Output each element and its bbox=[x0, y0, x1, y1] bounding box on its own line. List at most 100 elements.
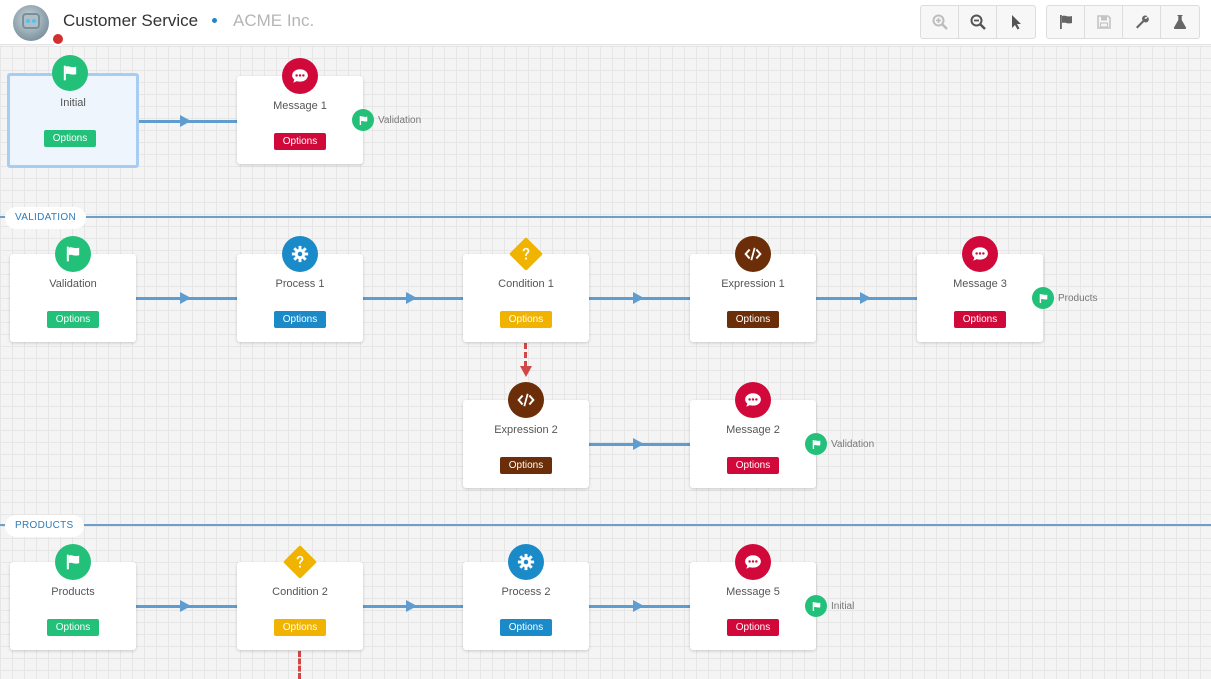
flow-arrow-icon bbox=[860, 292, 871, 304]
node-message-3[interactable]: Message 3 Options bbox=[917, 236, 1043, 342]
node-name: Message 5 bbox=[726, 586, 780, 598]
node-options-button[interactable]: Options bbox=[47, 619, 99, 636]
branch-arrow-icon bbox=[520, 366, 532, 377]
node-name: Expression 1 bbox=[721, 278, 785, 290]
zoom-out-icon bbox=[970, 14, 986, 30]
node-name: Process 2 bbox=[501, 586, 551, 598]
chat-bubble-icon bbox=[282, 58, 318, 94]
zoom-in-icon bbox=[932, 14, 948, 30]
flow-arrow-icon bbox=[633, 292, 644, 304]
gear-icon bbox=[508, 544, 544, 580]
flask-icon bbox=[1173, 15, 1187, 29]
flow-arrow-icon bbox=[406, 292, 417, 304]
node-options-button[interactable]: Options bbox=[727, 311, 779, 328]
branch-connector bbox=[298, 651, 301, 679]
zoom-toolbar bbox=[920, 5, 1036, 39]
node-name: Validation bbox=[49, 278, 97, 290]
flow-arrow-icon bbox=[180, 115, 191, 127]
chat-bubble-icon bbox=[735, 382, 771, 418]
node-name: Condition 2 bbox=[272, 586, 328, 598]
code-icon bbox=[735, 236, 771, 272]
flag-icon bbox=[52, 55, 88, 91]
node-options-button[interactable]: Options bbox=[727, 457, 779, 474]
flag-button[interactable] bbox=[1047, 6, 1085, 38]
node-name: Products bbox=[51, 586, 95, 598]
node-options-button[interactable]: Options bbox=[274, 311, 326, 328]
node-options-button[interactable]: Options bbox=[500, 619, 552, 636]
node-process-1[interactable]: Process 1 Options bbox=[237, 236, 363, 342]
flow-arrow-icon bbox=[633, 600, 644, 612]
goto-label: Validation bbox=[378, 114, 422, 126]
node-expression-1[interactable]: Expression 1 Options bbox=[690, 236, 816, 342]
select-pointer-button[interactable] bbox=[997, 6, 1035, 38]
node-options-button[interactable]: Options bbox=[274, 133, 326, 150]
flag-icon bbox=[352, 109, 374, 131]
chat-bubble-icon bbox=[962, 236, 998, 272]
goto-marker[interactable]: Products bbox=[1032, 287, 1097, 309]
settings-button[interactable] bbox=[1123, 6, 1161, 38]
lane-divider bbox=[0, 216, 1211, 218]
flow-arrow-icon bbox=[180, 292, 191, 304]
goto-label: Products bbox=[1058, 292, 1098, 304]
wrench-icon bbox=[1135, 15, 1149, 29]
flag-icon bbox=[805, 595, 827, 617]
node-options-button[interactable]: Options bbox=[500, 311, 552, 328]
node-process-2[interactable]: Process 2 Options bbox=[463, 544, 589, 650]
goto-marker[interactable]: Validation bbox=[805, 433, 874, 455]
goto-label: Validation bbox=[831, 438, 875, 450]
goto-label: Initial bbox=[831, 600, 855, 612]
node-options-button[interactable]: Options bbox=[954, 311, 1006, 328]
node-name: Initial bbox=[60, 97, 86, 109]
zoom-in-button[interactable] bbox=[921, 6, 959, 38]
chat-bubble-icon bbox=[735, 544, 771, 580]
company-name: ACME Inc. bbox=[233, 11, 315, 30]
node-message-2[interactable]: Message 2 Options bbox=[690, 382, 816, 488]
lane-label-validation: VALIDATION bbox=[5, 207, 86, 229]
flow-arrow-icon bbox=[633, 438, 644, 450]
node-name: Message 1 bbox=[273, 100, 327, 112]
flow-arrow-icon bbox=[406, 600, 417, 612]
code-icon bbox=[508, 382, 544, 418]
question-diamond-icon bbox=[282, 544, 318, 580]
flag-icon bbox=[805, 433, 827, 455]
node-message-5[interactable]: Message 5 Options bbox=[690, 544, 816, 650]
gear-icon bbox=[282, 236, 318, 272]
node-options-button[interactable]: Options bbox=[727, 619, 779, 636]
save-icon bbox=[1096, 15, 1111, 29]
bot-avatar[interactable] bbox=[13, 5, 65, 46]
lane-divider bbox=[0, 524, 1211, 526]
bot-title: Customer Service bbox=[63, 11, 199, 30]
node-initial[interactable]: Initial Options bbox=[7, 55, 139, 168]
title-separator-dot bbox=[212, 18, 217, 23]
node-options-button[interactable]: Options bbox=[274, 619, 326, 636]
goto-marker[interactable]: Initial bbox=[805, 595, 854, 617]
node-name: Expression 2 bbox=[494, 424, 558, 436]
flow-canvas[interactable] bbox=[0, 46, 1211, 679]
lane-label-products: PRODUCTS bbox=[5, 515, 84, 537]
goto-marker[interactable]: Validation bbox=[352, 109, 421, 131]
node-condition-2[interactable]: Condition 2 Options bbox=[237, 545, 363, 650]
robot-eye-icon bbox=[32, 19, 36, 23]
test-button[interactable] bbox=[1161, 6, 1199, 38]
flag-icon bbox=[1059, 15, 1072, 29]
app-header: Customer Service ACME Inc. bbox=[0, 0, 1211, 46]
node-options-button[interactable]: Options bbox=[500, 457, 552, 474]
node-condition-1[interactable]: Condition 1 Options bbox=[463, 237, 589, 342]
node-expression-2[interactable]: Expression 2 Options bbox=[463, 382, 589, 488]
node-name: Condition 1 bbox=[498, 278, 554, 290]
status-badge bbox=[51, 32, 65, 46]
pointer-icon bbox=[1012, 15, 1021, 30]
node-options-button[interactable]: Options bbox=[47, 311, 99, 328]
node-name: Process 1 bbox=[275, 278, 325, 290]
node-validation[interactable]: Validation Options bbox=[10, 236, 136, 342]
zoom-out-button[interactable] bbox=[959, 6, 997, 38]
question-diamond-icon bbox=[508, 236, 544, 272]
node-options-button[interactable]: Options bbox=[44, 130, 96, 147]
robot-eye-icon bbox=[26, 19, 30, 23]
flag-icon bbox=[55, 544, 91, 580]
node-products[interactable]: Products Options bbox=[10, 544, 136, 650]
save-button[interactable] bbox=[1085, 6, 1123, 38]
flag-icon bbox=[1032, 287, 1054, 309]
branch-connector bbox=[524, 343, 527, 367]
node-message-1[interactable]: Message 1 Options bbox=[237, 58, 363, 164]
